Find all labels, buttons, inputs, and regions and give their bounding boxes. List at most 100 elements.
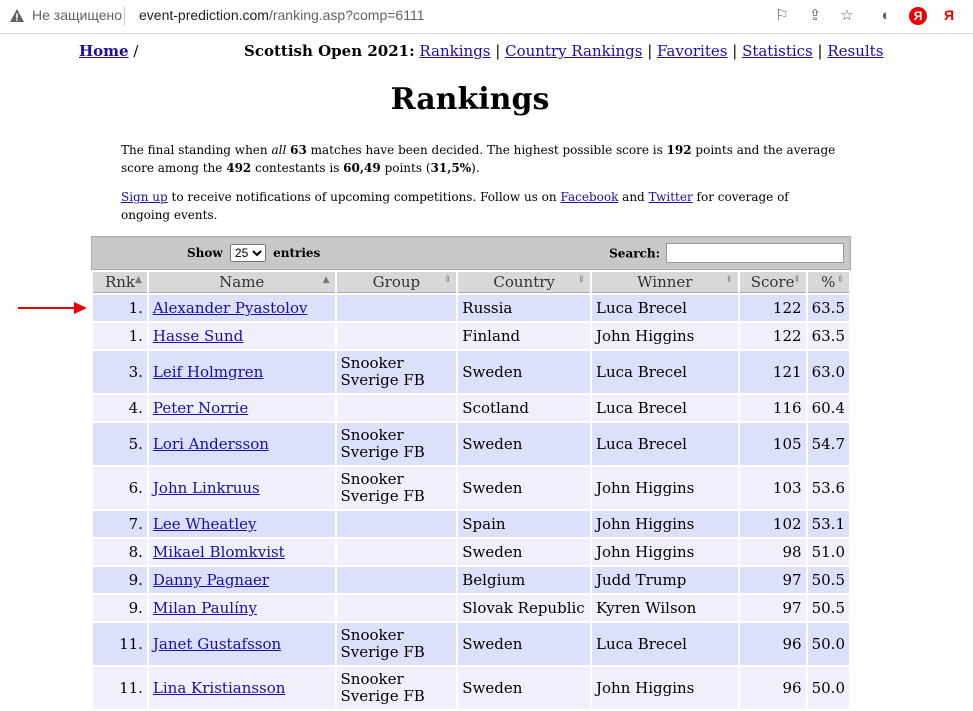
cell-percent: 53.6 [807, 467, 849, 509]
sort-both-icon: ⇕ [725, 275, 733, 285]
cell-percent: 53.1 [807, 511, 849, 537]
url-path: /ranking.asp?comp=6111 [268, 7, 425, 23]
nav-link-statistics[interactable]: Statistics [742, 42, 813, 60]
table-row: 6. John Linkruus Snooker Sverige FB Sweden J… [93, 467, 849, 509]
nav-link-rankings[interactable]: Rankings [419, 42, 490, 60]
cell-rnk: 1. [93, 295, 147, 321]
home-separator: / [133, 42, 139, 60]
table-row: 1. Hasse Sund Finland John Higgins 122 63.5 [93, 323, 849, 349]
cell-percent: 50.5 [807, 567, 849, 593]
player-link[interactable]: John Linkruus [153, 479, 260, 497]
yandex-badge-icon[interactable]: Я [909, 7, 927, 25]
cell-winner: Luca Brecel [592, 423, 738, 465]
player-link[interactable]: Peter Norrie [153, 399, 248, 417]
nav-link-results[interactable]: Results [827, 42, 883, 60]
cell-percent: 50.0 [807, 623, 849, 665]
share-icon[interactable]: ⇪ [806, 7, 824, 25]
cell-rnk: 11. [93, 623, 147, 665]
address-bar[interactable]: Не защищено event-prediction.com/ranking… [0, 0, 973, 34]
table-row: 11. Janet Gustafsson Snooker Sverige FB Swe… [93, 623, 849, 665]
twitter-link[interactable]: Twitter [649, 190, 693, 204]
cell-name: Peter Norrie [148, 395, 335, 421]
cell-percent: 63.5 [807, 323, 849, 349]
cell-rnk: 11. [93, 667, 147, 709]
cell-country: Slovak Republic [458, 595, 590, 621]
column-header-rnk[interactable]: Rnk ▲ [93, 272, 147, 293]
player-link[interactable]: Lina Kristiansson [153, 679, 286, 697]
nav-link-favorites[interactable]: Favorites [657, 42, 727, 60]
annotation-arrow-head [74, 302, 87, 314]
column-header-percent[interactable]: % ⇕ [807, 272, 849, 293]
url-field[interactable]: event-prediction.com/ranking.asp?comp=61… [139, 7, 424, 23]
cell-winner: Luca Brecel [592, 623, 738, 665]
home-link[interactable]: Home [79, 42, 129, 60]
entries-select[interactable]: 25 [229, 244, 266, 262]
bookmark-star-icon[interactable]: ☆ [838, 7, 856, 25]
text: and [618, 190, 649, 204]
show-label: Show [187, 246, 223, 260]
column-label: Country [493, 273, 555, 291]
sort-both-icon: ⇕ [836, 275, 844, 285]
warning-icon[interactable] [9, 8, 25, 24]
player-link[interactable]: Hasse Sund [153, 327, 243, 345]
column-label: % [821, 273, 836, 291]
match-count: 63 [290, 143, 307, 157]
cell-country: Sweden [458, 539, 590, 565]
intro-paragraph-social: Sign up to receive notifications of upco… [121, 188, 841, 224]
cell-group: Snooker Sverige FB [336, 667, 457, 709]
search-input[interactable] [666, 243, 844, 263]
table-row: 9. Danny Pagnaer Belgium Judd Trump 97 50.5 [93, 567, 849, 593]
top-navigation: Home / Scottish Open 2021: Rankings | Co… [0, 42, 973, 64]
cell-rnk: 4. [93, 395, 147, 421]
cell-score: 105 [739, 423, 806, 465]
competition-nav: Scottish Open 2021: Rankings | Country R… [244, 42, 884, 60]
cell-country: Finland [458, 323, 590, 349]
facebook-link[interactable]: Facebook [560, 190, 618, 204]
column-header-score[interactable]: Score ⇕ [739, 272, 806, 293]
entries-control: Show 25 entries [187, 244, 320, 262]
player-link[interactable]: Alexander Pyastolov [153, 299, 308, 317]
player-link[interactable]: Mikael Blomkvist [153, 543, 285, 561]
signup-link[interactable]: Sign up [121, 190, 168, 204]
cell-group [336, 295, 457, 321]
cell-winner: John Higgins [592, 323, 738, 349]
sort-both-icon: ⇕ [793, 275, 801, 285]
column-header-group[interactable]: Group ⇕ [336, 272, 457, 293]
cell-rnk: 5. [93, 423, 147, 465]
cell-winner: Luca Brecel [592, 351, 738, 393]
player-link[interactable]: Lori Andersson [153, 435, 269, 453]
extension-compass-icon[interactable]: ◐ [877, 7, 895, 25]
player-link[interactable]: Leif Holmgren [153, 363, 263, 381]
search-control: Search: [609, 243, 844, 263]
column-header-name[interactable]: Name ▲ [148, 272, 335, 293]
column-label: Winner [637, 273, 693, 291]
table-body: 1. Alexander Pyastolov Russia Luca Brecel 12… [93, 295, 849, 709]
column-header-winner[interactable]: Winner ⇕ [592, 272, 738, 293]
nav-link-country-rankings[interactable]: Country Rankings [505, 42, 642, 60]
column-header-country[interactable]: Country ⇕ [458, 272, 590, 293]
cell-score: 97 [739, 567, 806, 593]
cell-group [336, 567, 457, 593]
cell-score: 102 [739, 511, 806, 537]
text: The final standing when [121, 143, 272, 157]
player-link[interactable]: Milan Paulíny [153, 599, 257, 617]
player-link[interactable]: Janet Gustafsson [153, 635, 281, 653]
sort-both-icon: ⇕ [443, 275, 452, 285]
contestant-count: 492 [226, 161, 252, 175]
cell-name: Leif Holmgren [148, 351, 335, 393]
cell-country: Sweden [458, 667, 590, 709]
column-label: Score [750, 273, 795, 291]
intro-paragraph-summary: The final standing when all 63 matches h… [121, 141, 841, 177]
cell-winner: Luca Brecel [592, 395, 738, 421]
player-link[interactable]: Danny Pagnaer [153, 571, 269, 589]
translate-icon[interactable]: ⚐ [773, 7, 791, 25]
text: ). [471, 161, 480, 175]
cell-country: Spain [458, 511, 590, 537]
cell-group [336, 323, 457, 349]
cell-rnk: 6. [93, 467, 147, 509]
security-label[interactable]: Не защищено [32, 7, 122, 23]
player-link[interactable]: Lee Wheatley [153, 515, 257, 533]
yandex-icon[interactable]: Я [944, 7, 954, 23]
table-row: 5. Lori Andersson Snooker Sverige FB Sweden… [93, 423, 849, 465]
cell-score: 122 [739, 323, 806, 349]
